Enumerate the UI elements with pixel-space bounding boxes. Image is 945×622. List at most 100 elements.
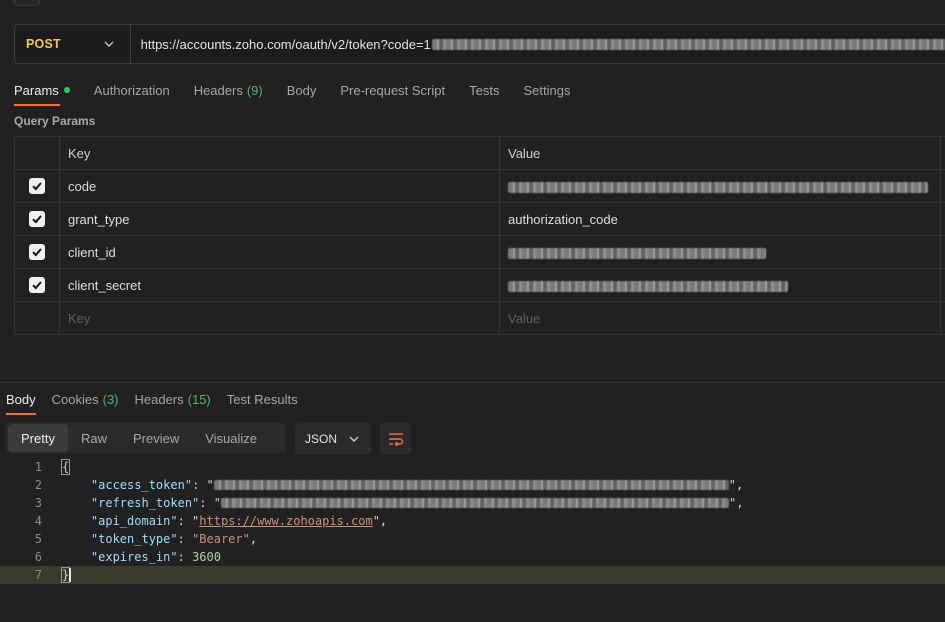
line-number: 4: [34, 514, 42, 528]
code-line: 2 "access_token": " ",: [0, 476, 945, 494]
tab-authorization[interactable]: Authorization: [94, 79, 170, 101]
checkmark-icon: [32, 215, 42, 224]
row-checkbox[interactable]: [29, 211, 45, 228]
tab-response-body[interactable]: Body: [6, 389, 36, 415]
param-value[interactable]: [499, 235, 941, 269]
view-raw-button[interactable]: Raw: [68, 424, 120, 452]
api-domain-key: "api_domain": [90, 514, 178, 528]
row-checkbox[interactable]: [29, 277, 45, 294]
param-key[interactable]: grant_type: [59, 202, 500, 236]
tab-settings[interactable]: Settings: [523, 79, 570, 101]
line-number: 2: [34, 478, 42, 492]
expires-in-value: 3600: [192, 550, 221, 564]
tab-authorization-label: Authorization: [93, 82, 170, 98]
chevron-down-icon: [349, 436, 359, 442]
line-number: 5: [34, 532, 42, 546]
view-pretty-button[interactable]: Pretty: [8, 424, 68, 452]
row-checkbox[interactable]: [29, 244, 45, 261]
tab-tests[interactable]: Tests: [469, 79, 499, 101]
tab-cookies[interactable]: Cookies (3): [52, 389, 119, 409]
request-tabs: Params Authorization Headers (9) Body Pre…: [14, 78, 594, 106]
param-key[interactable]: client_id: [59, 235, 500, 269]
line-number: 3: [34, 496, 42, 510]
new-value-input[interactable]: Value: [499, 301, 941, 335]
tab-pre-request-script-label: Pre-request Script: [340, 82, 446, 98]
tab-body[interactable]: Body: [287, 79, 317, 101]
url-input[interactable]: https://accounts.zoho.com/oauth/v2/token…: [131, 37, 945, 52]
response-tabs: Body Cookies (3) Headers (15) Test Results: [6, 389, 314, 415]
wrap-lines-button[interactable]: [380, 423, 411, 455]
line-number: 6: [34, 550, 42, 564]
table-row: code: [14, 169, 945, 203]
line-number: 7: [34, 568, 42, 582]
response-headers-count: (15): [187, 391, 211, 407]
view-visualize-button[interactable]: Visualize: [192, 424, 270, 452]
collapsed-panel-stub: [14, 0, 40, 6]
text-cursor: [69, 568, 72, 582]
tab-pre-request-script[interactable]: Pre-request Script: [340, 79, 445, 101]
param-key[interactable]: code: [59, 169, 500, 203]
code-line: 3 "refresh_token": " ",: [0, 494, 945, 512]
tab-settings-label: Settings: [523, 82, 571, 98]
redacted-value: [508, 247, 766, 259]
tab-headers-label: Headers: [193, 82, 243, 98]
chevron-down-icon: [104, 41, 114, 47]
redacted-value: [508, 181, 928, 193]
table-row: client_id: [14, 235, 945, 269]
tab-response-headers[interactable]: Headers (15): [135, 389, 211, 409]
key-header: Key: [59, 136, 500, 170]
code-line: 4 "api_domain": " https://www.zohoapis.co…: [0, 512, 945, 530]
tab-test-results-label: Test Results: [226, 391, 298, 407]
view-mode-group: Pretty Raw Preview Visualize: [6, 423, 286, 453]
row-checkbox[interactable]: [29, 178, 45, 195]
table-row: grant_type authorization_code: [14, 202, 945, 236]
view-preview-button[interactable]: Preview: [120, 424, 192, 452]
checkbox-header: [14, 136, 60, 170]
line-number: 1: [34, 460, 42, 474]
redacted-value: [508, 280, 788, 292]
value-header: Value: [499, 136, 941, 170]
tab-params[interactable]: Params: [14, 79, 70, 106]
tab-headers[interactable]: Headers (9): [194, 79, 263, 101]
access-token-key: "access_token": [90, 478, 193, 492]
checkmark-icon: [32, 182, 42, 191]
code-line-current: 7 }: [0, 566, 945, 584]
format-label: JSON: [305, 432, 338, 446]
open-brace: {: [60, 459, 71, 475]
format-select[interactable]: JSON: [295, 423, 371, 455]
redacted-refresh-token: [220, 498, 729, 508]
tab-cookies-label: Cookies: [51, 391, 99, 407]
code-line: 5 "token_type": "Bearer",: [0, 530, 945, 548]
tab-body-label: Body: [286, 82, 317, 98]
table-row-empty: Key Value: [14, 301, 945, 335]
tab-response-body-label: Body: [6, 391, 36, 407]
query-params-title: Query Params: [14, 114, 96, 128]
param-value[interactable]: [499, 268, 941, 302]
checkmark-icon: [32, 281, 42, 290]
tab-test-results[interactable]: Test Results: [227, 389, 298, 409]
close-brace: }: [60, 567, 71, 583]
api-domain-link[interactable]: https://www.zohoapis.com: [199, 514, 372, 528]
url-text: https://accounts.zoho.com/oauth/v2/token…: [140, 36, 431, 52]
method-select[interactable]: POST: [15, 25, 131, 63]
expires-in-key: "expires_in": [90, 550, 178, 564]
code-line: 6 "expires_in": 3600: [0, 548, 945, 566]
response-divider[interactable]: [0, 382, 945, 383]
tab-response-headers-label: Headers: [134, 391, 184, 407]
param-value[interactable]: [499, 169, 941, 203]
token-type-key: "token_type": [90, 532, 178, 546]
response-body-viewer[interactable]: 1 { 2 "access_token": " ", 3 "refresh_tok…: [0, 458, 945, 584]
request-url-bar: POST https://accounts.zoho.com/oauth/v2/…: [14, 24, 945, 64]
method-label: POST: [26, 37, 61, 51]
table-row: client_secret: [14, 268, 945, 302]
param-key[interactable]: client_secret: [59, 268, 500, 302]
table-header-row: Key Value: [14, 136, 945, 170]
param-value[interactable]: authorization_code: [499, 202, 941, 236]
cookies-count: (3): [102, 391, 119, 407]
new-key-input[interactable]: Key: [59, 301, 500, 335]
token-type-value: "Bearer": [192, 532, 250, 546]
code-line: 1 {: [0, 458, 945, 476]
redacted-access-token: [213, 480, 729, 490]
headers-count: (9): [246, 82, 263, 98]
redacted-code: [431, 38, 945, 50]
